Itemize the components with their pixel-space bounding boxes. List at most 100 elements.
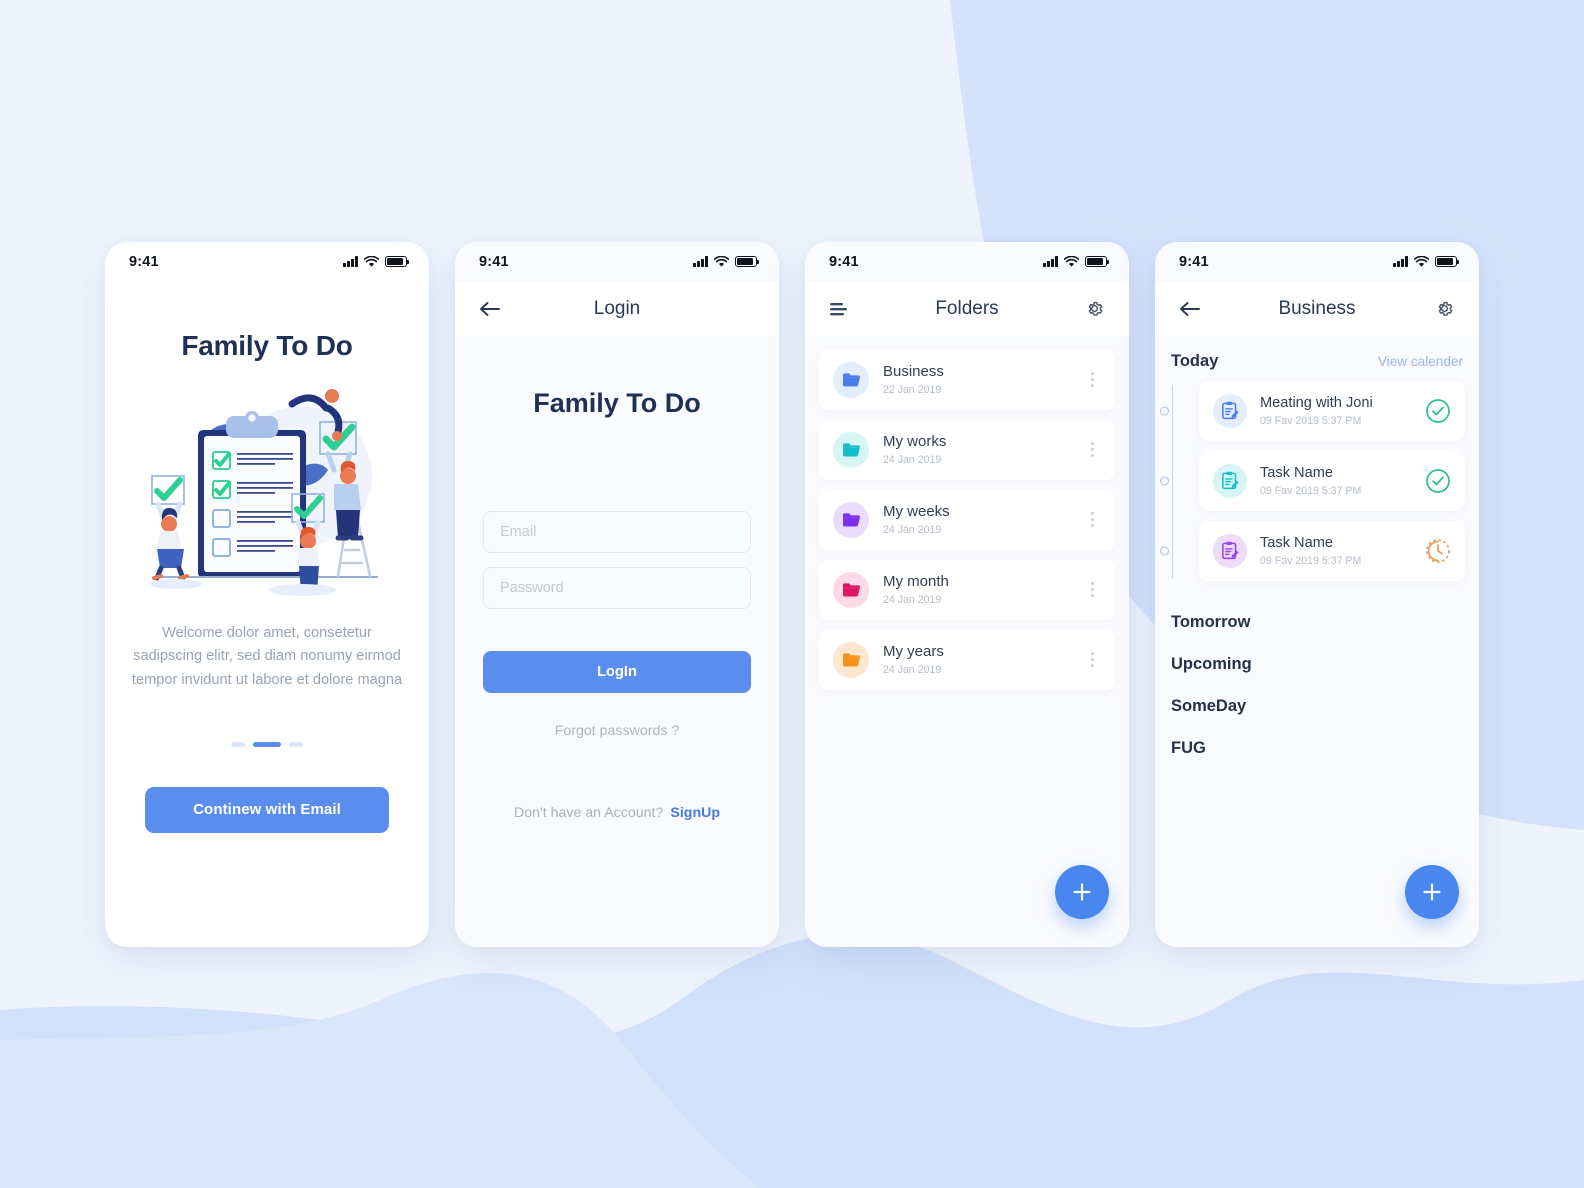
task-avatar xyxy=(1213,463,1247,498)
check-circle-icon xyxy=(1426,398,1450,423)
plus-icon xyxy=(1073,882,1091,901)
folder-row[interactable]: My month 24 Jan 2019 xyxy=(819,559,1115,620)
email-field[interactable] xyxy=(483,510,751,553)
folder-icon xyxy=(842,653,860,667)
folder-name: My weeks xyxy=(883,503,950,520)
task-status-badge[interactable] xyxy=(1425,538,1451,564)
task-section-tomorrow[interactable]: Tomorrow xyxy=(1171,613,1463,632)
hamburger-menu-icon xyxy=(830,302,847,315)
folder-name: My month xyxy=(883,573,949,590)
battery-icon xyxy=(1085,256,1110,267)
kebab-menu-icon[interactable] xyxy=(1083,441,1101,458)
task-name: Task Name xyxy=(1260,535,1333,551)
pager-dot-3[interactable] xyxy=(289,742,303,747)
status-bar-time: 9:41 xyxy=(829,253,859,270)
folder-row[interactable]: Business 22 Jan 2019 xyxy=(819,349,1115,410)
task-date: 09 Fav 2019 5:37 PM xyxy=(1260,415,1362,427)
task-row[interactable]: Task Name 09 Fav 2019 5:37 PM xyxy=(1160,520,1465,581)
signal-bars-icon xyxy=(693,256,708,267)
status-bar: 9:41 xyxy=(805,242,1129,282)
folder-name: My years xyxy=(883,643,944,660)
plus-icon xyxy=(1423,882,1441,901)
task-section-someday[interactable]: SomeDay xyxy=(1171,697,1463,716)
login-brand-title: Family To Do xyxy=(533,387,701,418)
folder-row[interactable]: My works 24 Jan 2019 xyxy=(819,419,1115,480)
pager-dot-2[interactable] xyxy=(253,742,281,747)
today-label: Today xyxy=(1171,351,1219,370)
battery-icon xyxy=(385,256,410,267)
settings-button[interactable] xyxy=(1429,294,1459,324)
signup-prompt-text: Don't have an Account? xyxy=(513,804,664,821)
status-bar: 9:41 xyxy=(1155,242,1479,282)
task-timeline: Meating with Joni 09 Fav 2019 5:37 PM Task… xyxy=(1155,380,1479,581)
arrow-left-icon xyxy=(480,301,500,316)
clock-dashed-icon xyxy=(1426,538,1450,563)
page-title: Family To Do xyxy=(181,329,353,361)
screen-tasks: 9:41 Business Today View calender Meatin… xyxy=(1155,241,1479,947)
status-bar-time: 9:41 xyxy=(1179,253,1209,270)
task-date: 09 Fav 2019 5:37 PM xyxy=(1260,555,1362,567)
task-sections: Tomorrow Upcoming SomeDay FUG xyxy=(1155,591,1479,758)
check-circle-icon xyxy=(1426,468,1450,493)
folder-avatar xyxy=(833,361,869,398)
timeline-dot xyxy=(1160,476,1169,485)
forgot-password-link[interactable]: Forgot passwords ? xyxy=(555,723,680,739)
folder-avatar xyxy=(833,571,869,608)
login-button[interactable]: LogIn xyxy=(483,650,751,693)
timeline-line xyxy=(1172,384,1174,579)
password-field[interactable] xyxy=(483,566,751,609)
pager-dot-1[interactable] xyxy=(231,742,245,747)
task-name: Meating with Joni xyxy=(1260,395,1373,411)
kebab-menu-icon[interactable] xyxy=(1083,511,1101,528)
kebab-menu-icon[interactable] xyxy=(1083,651,1101,668)
back-button[interactable] xyxy=(475,294,505,324)
today-header: Today View calender xyxy=(1155,352,1479,381)
kebab-menu-icon[interactable] xyxy=(1083,581,1101,598)
folder-date: 24 Jan 2019 xyxy=(883,594,942,606)
continue-with-email-button[interactable]: Continew with Email xyxy=(145,786,389,833)
folder-row[interactable]: My weeks 24 Jan 2019 xyxy=(819,489,1115,550)
folder-icon xyxy=(842,583,860,597)
settings-button[interactable] xyxy=(1079,294,1109,324)
folder-name: Business xyxy=(883,363,944,380)
wifi-icon xyxy=(1414,255,1429,267)
folder-icon xyxy=(842,443,860,457)
add-task-button[interactable] xyxy=(1405,864,1459,919)
task-status-badge[interactable] xyxy=(1425,468,1451,494)
gear-icon xyxy=(1438,301,1452,316)
arrow-left-icon xyxy=(1180,301,1200,316)
clipboard-edit-icon xyxy=(1222,541,1239,560)
task-avatar xyxy=(1213,533,1247,568)
navigation-bar: Business xyxy=(1155,281,1479,336)
menu-button[interactable] xyxy=(825,294,855,324)
wifi-icon xyxy=(1064,255,1079,267)
view-calendar-link[interactable]: View calender xyxy=(1378,354,1463,369)
task-section-upcoming[interactable]: Upcoming xyxy=(1171,655,1463,674)
screens-row: 9:41 Family To Do Welcome dolor amet, co… xyxy=(0,0,1584,1188)
folder-row[interactable]: My years 24 Jan 2019 xyxy=(819,629,1115,690)
battery-icon xyxy=(1435,256,1460,267)
add-folder-button[interactable] xyxy=(1055,864,1109,919)
wifi-icon xyxy=(714,255,729,267)
signal-bars-icon xyxy=(1043,256,1058,267)
task-name: Task Name xyxy=(1260,465,1333,481)
folder-date: 22 Jan 2019 xyxy=(883,384,942,396)
task-row[interactable]: Task Name 09 Fav 2019 5:37 PM xyxy=(1160,450,1465,511)
task-section-fug[interactable]: FUG xyxy=(1171,739,1463,758)
folder-date: 24 Jan 2019 xyxy=(883,524,942,536)
gear-icon xyxy=(1088,301,1102,316)
signal-bars-icon xyxy=(343,256,358,267)
task-avatar xyxy=(1213,393,1247,428)
folder-date: 24 Jan 2019 xyxy=(883,454,942,466)
task-status-badge[interactable] xyxy=(1425,398,1451,424)
kebab-menu-icon[interactable] xyxy=(1083,371,1101,388)
signup-row: Don't have an Account? SignUp xyxy=(514,805,720,821)
signup-link[interactable]: SignUp xyxy=(670,805,720,821)
timeline-dot xyxy=(1160,546,1169,555)
folder-name: My works xyxy=(883,433,947,450)
signal-bars-icon xyxy=(1393,256,1408,267)
pager-dots[interactable] xyxy=(231,742,303,747)
back-button[interactable] xyxy=(1175,294,1205,324)
battery-icon xyxy=(735,256,760,267)
task-row[interactable]: Meating with Joni 09 Fav 2019 5:37 PM xyxy=(1160,380,1465,441)
